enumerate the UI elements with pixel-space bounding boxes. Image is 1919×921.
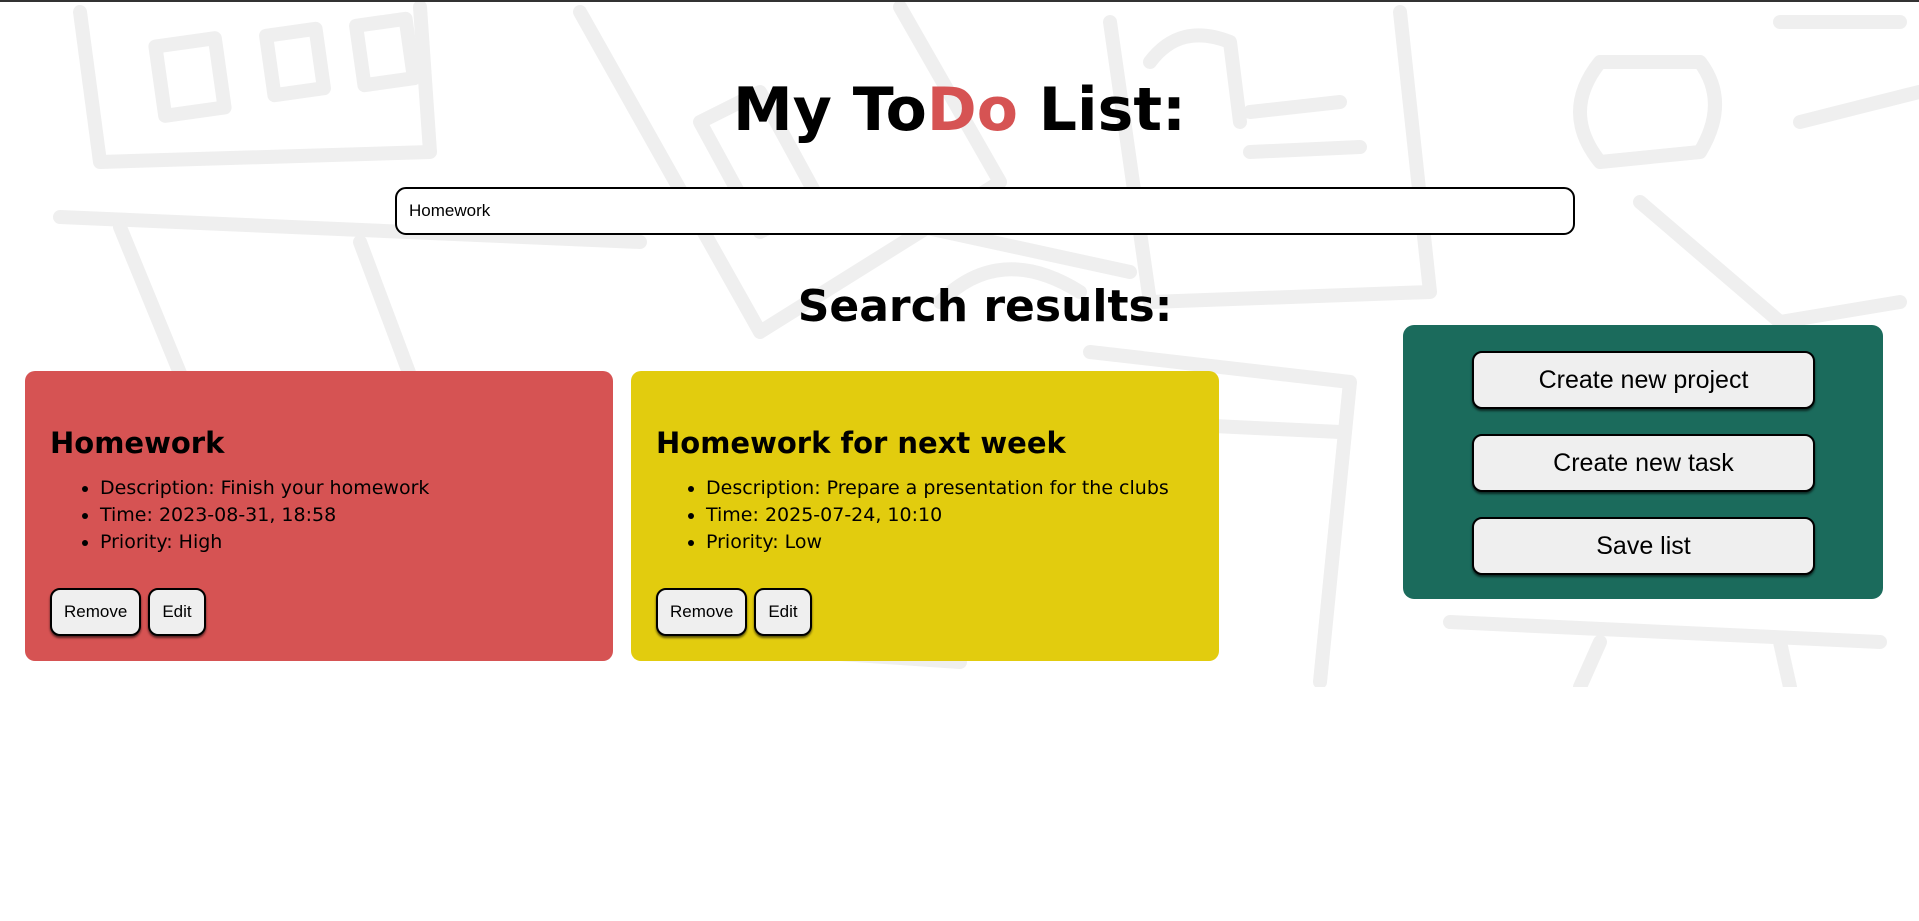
task-description: Description: Prepare a presentation for … xyxy=(706,475,1194,502)
search-input[interactable] xyxy=(395,187,1575,235)
task-description: Description: Finish your homework xyxy=(100,475,588,502)
task-card: Homework for next week Description: Prep… xyxy=(631,371,1219,661)
task-details: Description: Finish your homework Time: … xyxy=(50,475,588,556)
task-time: Time: 2023-08-31, 18:58 xyxy=(100,502,588,529)
task-actions: Remove Edit xyxy=(50,588,206,636)
actions-panel: Create new project Create new task Save … xyxy=(1403,325,1883,599)
save-list-button[interactable]: Save list xyxy=(1472,517,1815,575)
task-title: Homework xyxy=(50,426,225,460)
title-part2: List: xyxy=(1017,75,1186,145)
create-project-button[interactable]: Create new project xyxy=(1472,351,1815,409)
task-priority: Priority: Low xyxy=(706,529,1194,556)
task-title: Homework for next week xyxy=(656,426,1066,460)
task-details: Description: Prepare a presentation for … xyxy=(656,475,1194,556)
task-priority: Priority: High xyxy=(100,529,588,556)
task-time: Time: 2025-07-24, 10:10 xyxy=(706,502,1194,529)
task-actions: Remove Edit xyxy=(656,588,812,636)
remove-button[interactable]: Remove xyxy=(50,588,142,636)
remove-button[interactable]: Remove xyxy=(656,588,748,636)
title-part1: My To xyxy=(733,75,927,145)
page-title: My ToDo List: xyxy=(0,72,1919,148)
title-accent: Do xyxy=(926,75,1018,145)
task-card: Homework Description: Finish your homewo… xyxy=(25,371,613,661)
edit-button[interactable]: Edit xyxy=(754,588,812,636)
create-task-button[interactable]: Create new task xyxy=(1472,434,1815,492)
edit-button[interactable]: Edit xyxy=(148,588,206,636)
